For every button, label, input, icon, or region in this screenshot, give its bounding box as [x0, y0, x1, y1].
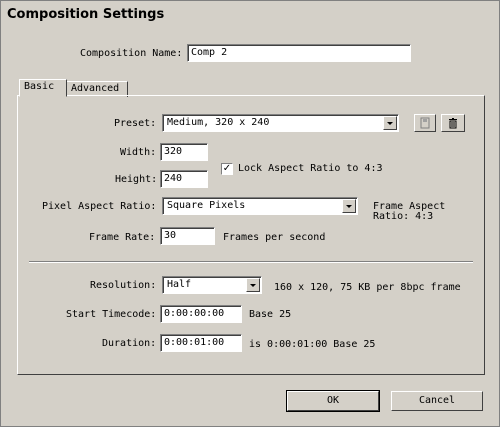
start-timecode-base: Base 25 — [249, 309, 292, 320]
resolution-value: Half — [167, 279, 192, 290]
delete-preset-button[interactable] — [441, 114, 465, 132]
resolution-label: Resolution: — [90, 280, 157, 291]
composition-settings-dialog: Composition Settings Composition Name: C… — [0, 0, 500, 427]
frame-rate-unit: Frames per second — [223, 232, 326, 243]
frame-aspect-line2: Ratio: 4:3 — [373, 211, 434, 222]
height-label: Height: — [115, 174, 158, 185]
resolution-info: 160 x 120, 75 KB per 8bpc frame — [274, 282, 461, 293]
start-timecode-label: Start Timecode: — [66, 309, 157, 320]
cancel-button[interactable]: Cancel — [391, 391, 483, 411]
chevron-down-icon — [246, 278, 260, 292]
title-bar: Composition Settings — [1, 1, 499, 29]
separator — [29, 261, 473, 263]
width-label: Width: — [120, 147, 157, 158]
duration-input[interactable]: 0:00:01:00 — [160, 334, 242, 352]
ok-button[interactable]: OK — [286, 390, 380, 412]
chevron-down-icon — [383, 116, 397, 130]
frame-rate-label: Frame Rate: — [89, 232, 156, 243]
preset-select[interactable]: Medium, 320 x 240 — [162, 114, 399, 132]
pixel-aspect-select[interactable]: Square Pixels — [162, 197, 358, 215]
resolution-select[interactable]: Half — [162, 276, 262, 294]
lock-aspect-checkbox[interactable]: ✓ — [221, 163, 233, 175]
height-input[interactable]: 240 — [160, 170, 208, 188]
pixel-aspect-label: Pixel Aspect Ratio: — [42, 201, 157, 212]
dialog-title: Composition Settings — [7, 7, 165, 22]
trash-icon — [449, 118, 457, 129]
frame-rate-input[interactable]: 30 — [160, 227, 215, 245]
composition-name-input[interactable]: Comp 2 — [187, 44, 411, 62]
save-preset-icon — [420, 117, 430, 129]
preset-label: Preset: — [114, 118, 157, 129]
width-input[interactable]: 320 — [160, 143, 208, 161]
preset-value: Medium, 320 x 240 — [167, 117, 270, 128]
save-preset-button[interactable] — [414, 114, 436, 132]
chevron-down-icon — [342, 199, 356, 213]
start-timecode-input[interactable]: 0:00:00:00 — [160, 305, 242, 323]
pixel-aspect-value: Square Pixels — [167, 200, 246, 211]
tab-basic[interactable]: Basic — [19, 79, 67, 97]
lock-aspect-label: Lock Aspect Ratio to 4:3 — [238, 163, 383, 174]
duration-info: is 0:00:01:00 Base 25 — [249, 339, 376, 350]
duration-label: Duration: — [102, 338, 157, 349]
composition-name-label: Composition Name: — [80, 48, 183, 59]
